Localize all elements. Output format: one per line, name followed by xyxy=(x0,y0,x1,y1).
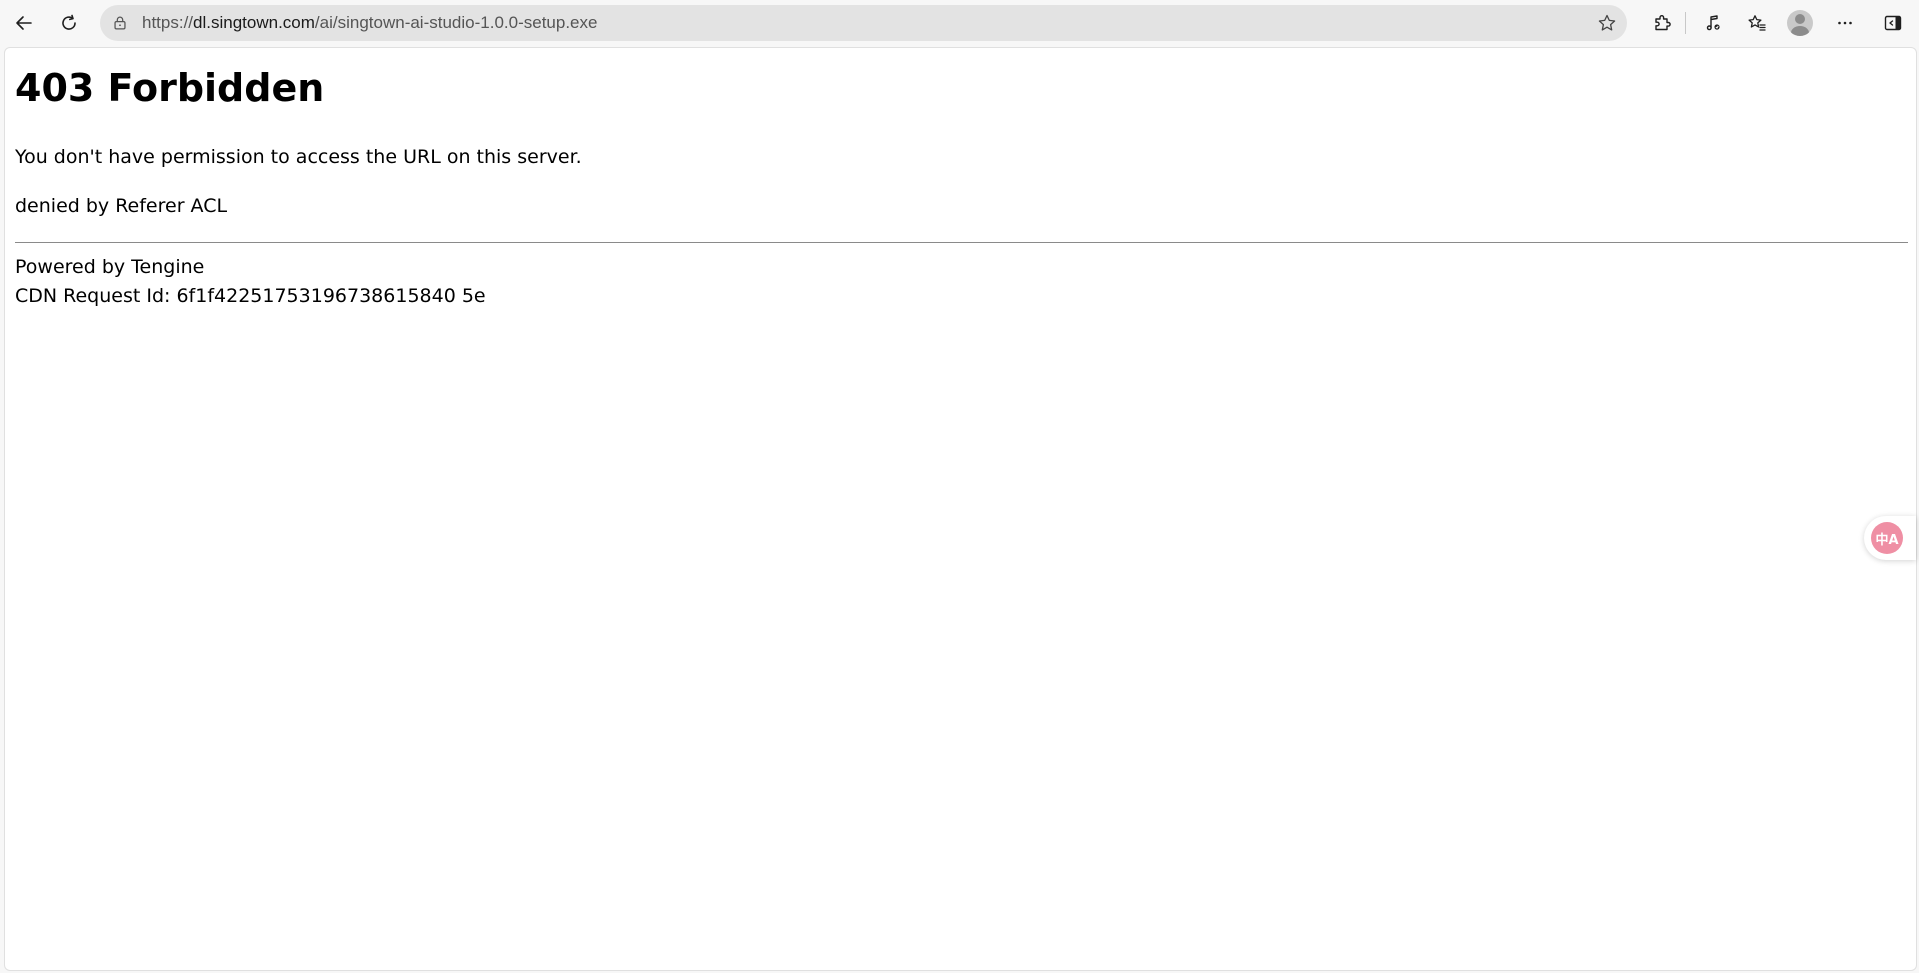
puzzle-icon xyxy=(1655,15,1671,31)
page-content: 403 Forbidden You don't have permission … xyxy=(4,47,1917,971)
page-title: 403 Forbidden xyxy=(15,66,325,110)
url-scheme: https:// xyxy=(142,13,194,32)
arrow-left-icon xyxy=(16,16,32,30)
url-path: /ai/singtown-ai-studio-1.0.0-setup.exe xyxy=(314,13,598,32)
sidebar-toggle-button[interactable] xyxy=(1876,6,1910,40)
lock-icon[interactable] xyxy=(110,13,130,33)
error-message: You don't have permission to access the … xyxy=(15,146,582,168)
translate-widget[interactable]: 中A xyxy=(1864,516,1916,560)
horizontal-rule xyxy=(15,242,1908,243)
browser-toolbar: https://dl.singtown.com/ai/singtown-ai-s… xyxy=(0,0,1919,45)
reload-icon xyxy=(62,14,76,30)
reload-button[interactable] xyxy=(52,6,86,40)
media-control-button[interactable] xyxy=(1696,6,1730,40)
favorite-star-icon[interactable] xyxy=(1595,11,1619,35)
cdn-request-id: CDN Request Id: 6f1f42251753196738615840… xyxy=(15,285,486,307)
sidebar-icon xyxy=(1884,15,1902,31)
translate-icon: 中A xyxy=(1871,522,1903,554)
more-menu-button[interactable] xyxy=(1828,6,1862,40)
url-text[interactable]: https://dl.singtown.com/ai/singtown-ai-s… xyxy=(142,5,597,41)
favorites-list-icon xyxy=(1748,15,1766,31)
avatar xyxy=(1787,10,1813,36)
denial-reason: denied by Referer ACL xyxy=(15,195,228,217)
toolbar-separator xyxy=(1685,12,1686,34)
address-bar[interactable]: https://dl.singtown.com/ai/singtown-ai-s… xyxy=(100,5,1627,41)
extensions-button[interactable] xyxy=(1645,6,1679,40)
music-note-icon xyxy=(1706,15,1720,31)
back-button[interactable] xyxy=(7,6,41,40)
url-host: dl.singtown.com xyxy=(193,13,315,32)
server-signature: Powered by Tengine xyxy=(15,256,205,278)
favorites-button[interactable] xyxy=(1740,6,1774,40)
ellipsis-icon xyxy=(1838,21,1852,25)
profile-button[interactable] xyxy=(1783,6,1817,40)
